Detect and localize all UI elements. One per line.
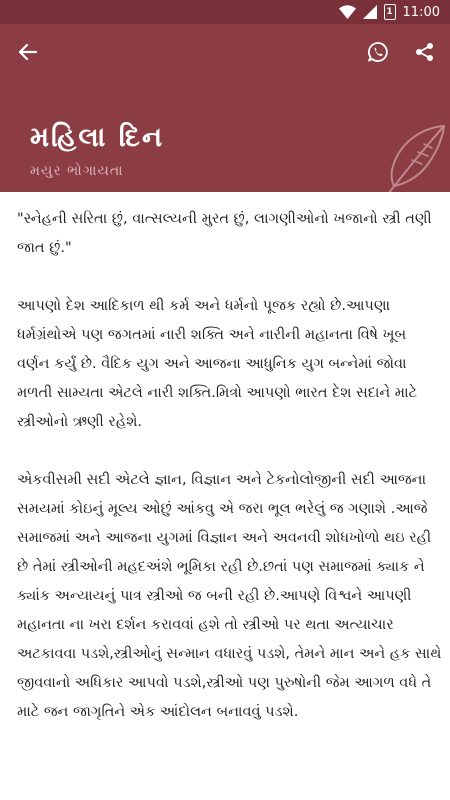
wifi-icon (338, 5, 356, 19)
back-button[interactable] (12, 36, 44, 68)
article-header: મહિલા દિન મયુર ભોગાયતા (0, 24, 450, 192)
article-author: મયુર ભોગાયતા (30, 163, 124, 179)
share-button[interactable] (409, 36, 441, 68)
feather-icon (388, 125, 445, 192)
signal-icon (362, 5, 377, 19)
clock: 11:00 (402, 4, 440, 20)
share-icon (416, 43, 433, 61)
battery-icon: 1 (383, 4, 396, 20)
article-title: મહિલા દિન (30, 122, 165, 153)
article-paragraph: એકવીસમી સદી એટલે જ્ઞાન, વિજ્ઞાન અને ટેકન… (17, 472, 442, 720)
status-bar: 1 11:00 (0, 0, 450, 24)
article-paragraph: "સ્નેહની સરિતા છું, વાત્સલ્યની મુરત છું,… (17, 211, 432, 256)
battery-level: 1 (386, 6, 393, 17)
whatsapp-button[interactable] (362, 36, 394, 68)
whatsapp-icon (368, 42, 388, 62)
article-paragraph: આપણો દેશ આદિકાળ થી કર્મ અને ધર્મનો પૂજક … (17, 298, 418, 430)
arrow-left-icon (18, 43, 38, 61)
article-body: "સ્નેહની સરિતા છું, વાત્સલ્યની મુરત છું,… (17, 205, 442, 756)
